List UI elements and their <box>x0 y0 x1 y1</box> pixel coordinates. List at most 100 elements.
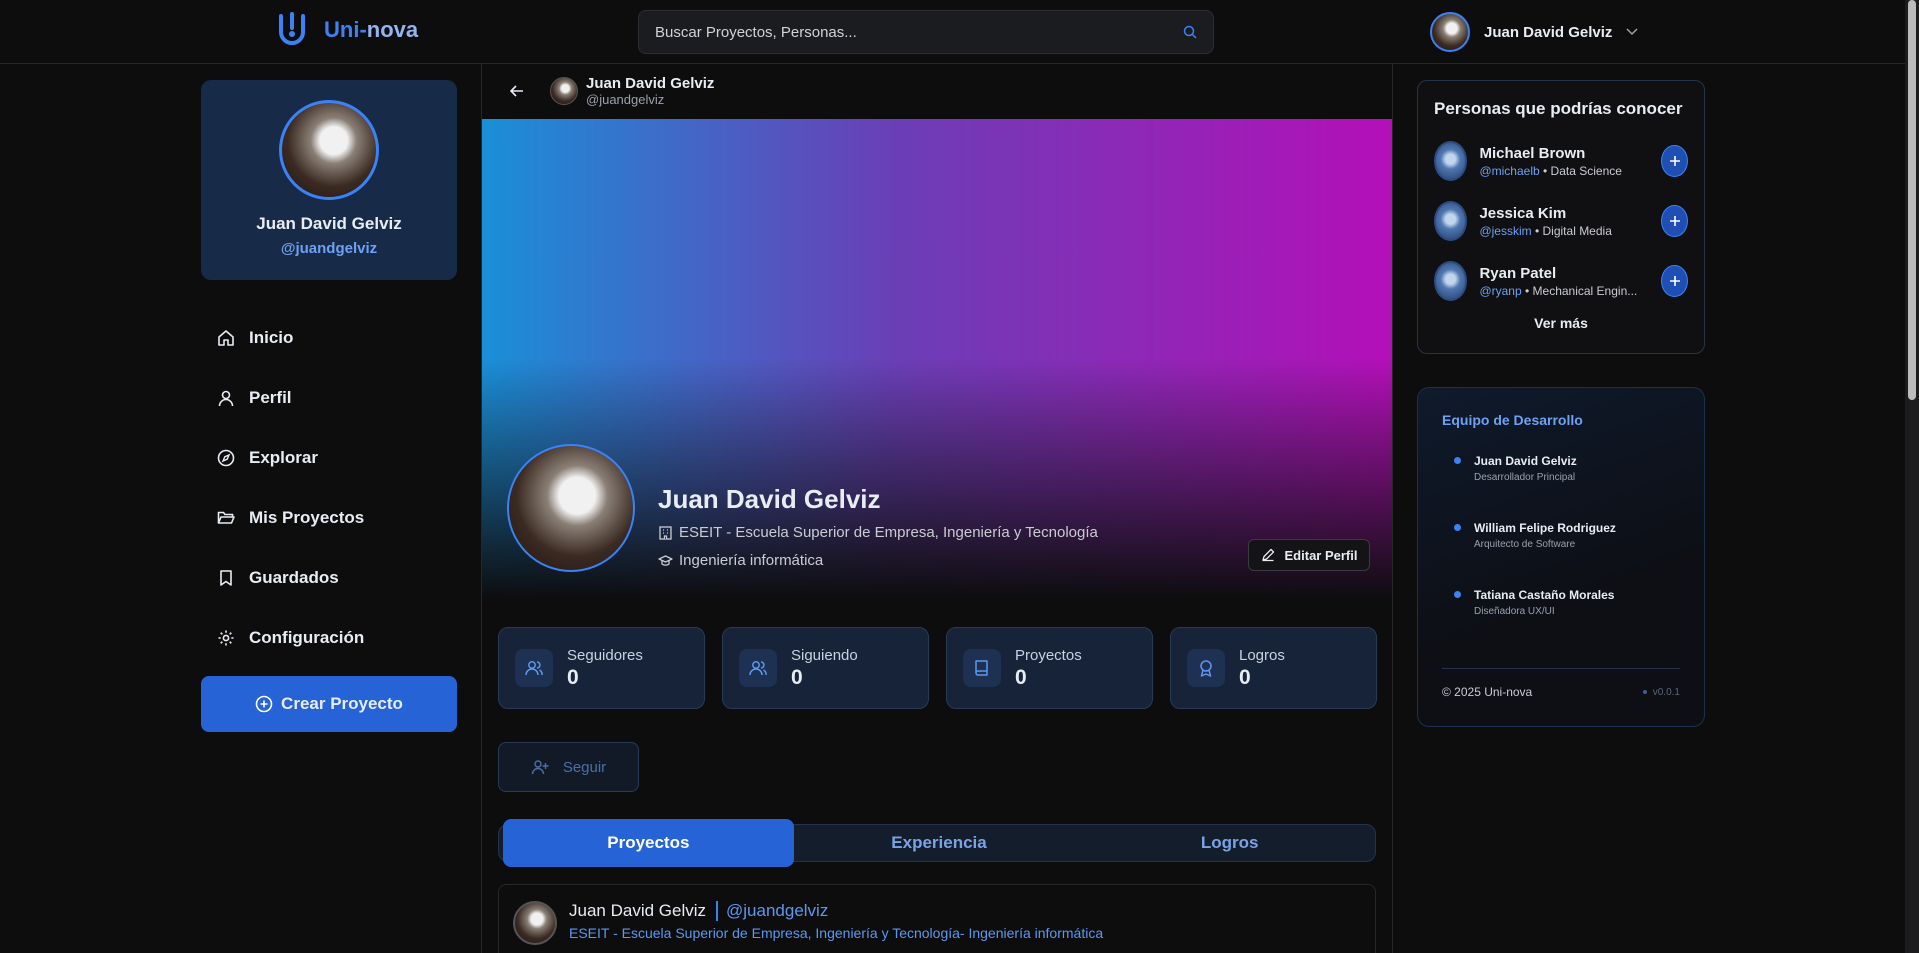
team-member-name: Juan David Gelviz <box>1474 454 1577 468</box>
avatar <box>550 77 578 105</box>
user-plus-icon <box>531 759 549 775</box>
project-post-card[interactable]: Juan David Gelviz @juandgelviz ESEIT - E… <box>498 884 1376 953</box>
sidebar-profile-card[interactable]: Juan David Gelviz @juandgelviz <box>201 80 457 280</box>
bullet-dot <box>1454 591 1461 598</box>
create-project-label: Crear Proyecto <box>281 694 403 713</box>
profile-career: Ingeniería informática <box>658 552 823 569</box>
avatar <box>1434 261 1468 301</box>
sidebar-item-label: Configuración <box>249 628 365 647</box>
stat-proyectos[interactable]: Proyectos 0 <box>946 627 1153 709</box>
stat-label: Siguiendo <box>791 646 858 664</box>
stat-label: Logros <box>1239 646 1285 664</box>
suggestion-item[interactable]: Ryan Patel @ryanp • Mechanical Engin... <box>1434 251 1688 311</box>
avatar <box>1434 201 1468 241</box>
team-member: William Felipe Rodriguez Arquitecto de S… <box>1442 515 1680 562</box>
suggestion-meta: @michaelb • Data Science <box>1479 164 1649 178</box>
team-member-role: Diseñadora UX/UI <box>1474 606 1555 617</box>
status-dot <box>1642 690 1647 694</box>
stat-logros[interactable]: Logros 0 <box>1170 627 1377 709</box>
user-name: Juan David Gelviz <box>1484 23 1613 41</box>
scrollbar[interactable] <box>1905 0 1919 953</box>
stat-label: Seguidores <box>567 646 643 664</box>
logo-text-a: Uni- <box>324 17 367 42</box>
sidebar-item-inicio[interactable]: Inicio <box>201 308 457 368</box>
arrow-left-icon[interactable] <box>510 85 524 97</box>
logo-text-b: nova <box>366 17 419 42</box>
edit-profile-button[interactable]: Editar Perfil <box>1248 539 1370 571</box>
stat-siguiendo[interactable]: Siguiendo 0 <box>722 627 929 709</box>
left-sidebar: Juan David Gelviz @juandgelviz Inicio Pe… <box>201 80 457 732</box>
version-text: v0.0.1 <box>1652 686 1680 698</box>
stat-value: 0 <box>791 665 803 689</box>
profile-header-bar: Juan David Gelviz @juandgelviz <box>482 64 1392 118</box>
plus-icon <box>1669 215 1681 227</box>
follow-label: Seguir <box>562 758 607 776</box>
chevron-down-icon[interactable] <box>1626 28 1638 36</box>
pencil-icon <box>1261 548 1275 562</box>
stat-value: 0 <box>1015 665 1027 689</box>
user-menu[interactable]: Juan David Gelviz <box>1430 12 1638 52</box>
sidebar-item-guardados[interactable]: Guardados <box>201 548 457 608</box>
search-placeholder: Buscar Proyectos, Personas... <box>655 23 857 41</box>
copyright-text: © 2025 Uni-nova <box>1442 685 1533 699</box>
logo[interactable]: Uni-nova <box>276 12 418 48</box>
add-friend-button[interactable] <box>1661 145 1688 177</box>
suggestion-meta: @jesskim • Digital Media <box>1479 224 1649 238</box>
follow-button[interactable]: Seguir <box>498 742 639 792</box>
bullet-dot <box>1454 524 1461 531</box>
sidebar-item-label: Mis Proyectos <box>249 508 365 527</box>
see-more-link[interactable]: Ver más <box>1434 315 1688 331</box>
header-user-name: Juan David Gelviz <box>586 75 715 92</box>
sidebar-item-label: Explorar <box>249 448 318 467</box>
post-author-info: ESEIT - Escuela Superior de Empresa, Ing… <box>569 925 1104 941</box>
team-title: Equipo de Desarrollo <box>1442 412 1583 428</box>
scrollbar-thumb[interactable] <box>1908 0 1916 400</box>
graduation-cap-icon <box>658 553 673 568</box>
tab-experiencia[interactable]: Experiencia <box>794 825 1085 861</box>
logo-icon <box>276 12 310 48</box>
search-input[interactable]: Buscar Proyectos, Personas... <box>638 10 1214 54</box>
team-footer: © 2025 Uni-nova v0.0.1 <box>1442 668 1680 699</box>
post-author-handle[interactable]: @juandgelviz <box>716 901 828 921</box>
suggestion-name: Jessica Kim <box>1479 204 1567 222</box>
top-bar: Uni-nova Buscar Proyectos, Personas... J… <box>0 0 1905 64</box>
profile-institution-text: ESEIT - Escuela Superior de Empresa, Ing… <box>679 524 1098 541</box>
team-member-name: Tatiana Castaño Morales <box>1474 588 1615 602</box>
tab-logros[interactable]: Logros <box>1084 825 1375 861</box>
add-friend-button[interactable] <box>1661 205 1688 237</box>
suggestions-card: Personas que podrías conocer Michael Bro… <box>1417 80 1705 354</box>
avatar <box>513 901 557 945</box>
profile-main: Juan David Gelviz @juandgelviz Juan Davi… <box>481 64 1393 953</box>
plus-circle-icon <box>255 695 273 713</box>
suggestion-item[interactable]: Jessica Kim @jesskim • Digital Media <box>1434 191 1688 251</box>
stat-label: Proyectos <box>1015 646 1082 664</box>
avatar <box>279 100 379 200</box>
version-badge: v0.0.1 <box>1642 686 1680 698</box>
stat-seguidores[interactable]: Seguidores 0 <box>498 627 705 709</box>
add-friend-button[interactable] <box>1661 265 1688 297</box>
avatar <box>1434 141 1468 181</box>
plus-icon <box>1669 155 1681 167</box>
team-member: Tatiana Castaño Morales Diseñadora UX/UI <box>1442 582 1680 629</box>
create-project-button[interactable]: Crear Proyecto <box>201 676 457 732</box>
header-user: Juan David Gelviz @juandgelviz <box>550 75 714 107</box>
sidebar-item-label: Inicio <box>249 328 294 347</box>
compass-icon <box>217 449 235 467</box>
suggestion-item[interactable]: Michael Brown @michaelb • Data Science <box>1434 131 1688 191</box>
sidebar-item-explorar[interactable]: Explorar <box>201 428 457 488</box>
dev-team-card: Equipo de Desarrollo Juan David Gelviz D… <box>1417 387 1705 727</box>
suggestion-area: • Data Science <box>1539 163 1622 178</box>
team-member: Juan David Gelviz Desarrollador Principa… <box>1442 448 1680 495</box>
sidebar-item-mis-proyectos[interactable]: Mis Proyectos <box>201 488 457 548</box>
sidebar-item-perfil[interactable]: Perfil <box>201 368 457 428</box>
stat-value: 0 <box>567 665 579 689</box>
avatar <box>1430 12 1470 52</box>
sidebar-item-configuracion[interactable]: Configuración <box>201 608 457 668</box>
bookmark-icon <box>217 569 235 587</box>
sidebar-user-name: Juan David Gelviz <box>256 214 402 233</box>
gear-icon <box>217 629 235 647</box>
search-icon[interactable] <box>1183 25 1197 39</box>
plus-icon <box>1669 275 1681 287</box>
tab-proyectos[interactable]: Proyectos <box>503 819 794 867</box>
team-member-role: Arquitecto de Software <box>1474 539 1576 550</box>
